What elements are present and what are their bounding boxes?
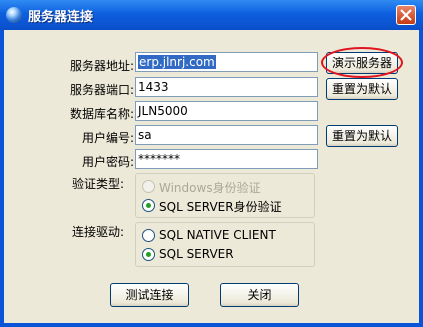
dialog-window: 服务器连接 服务器地址: erp.jlnrj.com 服务器端口: 1433 数… [0, 0, 423, 327]
auth-type-group: Windows身份验证 SQL SERVER身份验证 [135, 173, 315, 218]
auth-type-label: 验证类型: [71, 177, 124, 191]
driver-sql-server-label: SQL SERVER [159, 247, 234, 261]
test-connection-button[interactable]: 测试连接 [110, 283, 189, 307]
database-name-label: 数据库名称: [69, 107, 134, 121]
radio-selected-dot [146, 252, 151, 257]
password-field[interactable]: ******* [135, 149, 318, 169]
server-address-field[interactable]: erp.jlnrj.com [135, 52, 318, 72]
driver-native-client-label: SQL NATIVE CLIENT [159, 228, 276, 242]
reset-default-button-2[interactable]: 重置为默认 [326, 125, 398, 147]
dialog-body: 服务器地址: erp.jlnrj.com 服务器端口: 1433 数据库名称: … [4, 30, 419, 323]
radio-selected-dot [146, 203, 151, 208]
driver-sql-server-radio[interactable] [142, 248, 155, 261]
server-address-value: erp.jlnrj.com [138, 55, 216, 69]
red-highlight-circle [321, 47, 403, 78]
close-button[interactable]: 关闭 [220, 283, 299, 307]
user-id-label: 用户编号: [81, 131, 134, 145]
title-bar[interactable]: 服务器连接 [0, 0, 423, 30]
driver-label: 连接驱动: [71, 225, 124, 239]
server-port-field[interactable]: 1433 [135, 77, 318, 97]
user-id-field[interactable]: sa [135, 125, 318, 145]
auth-windows-label: Windows身份验证 [159, 181, 261, 195]
driver-native-client-radio[interactable] [142, 229, 155, 242]
driver-group: SQL NATIVE CLIENT SQL SERVER [135, 222, 315, 267]
window-title: 服务器连接 [28, 10, 94, 25]
auth-sql-radio[interactable] [142, 199, 155, 212]
reset-default-button-1[interactable]: 重置为默认 [326, 78, 398, 100]
close-window-button[interactable] [396, 5, 416, 25]
auth-sql-label: SQL SERVER身份验证 [159, 200, 282, 214]
password-label: 用户密码: [81, 155, 134, 169]
app-icon [6, 7, 22, 23]
auth-windows-radio[interactable] [142, 180, 155, 193]
database-name-field[interactable]: JLN5000 [135, 101, 318, 121]
server-port-label: 服务器端口: [69, 83, 134, 97]
server-address-label: 服务器地址: [69, 59, 134, 73]
close-icon [400, 9, 412, 21]
